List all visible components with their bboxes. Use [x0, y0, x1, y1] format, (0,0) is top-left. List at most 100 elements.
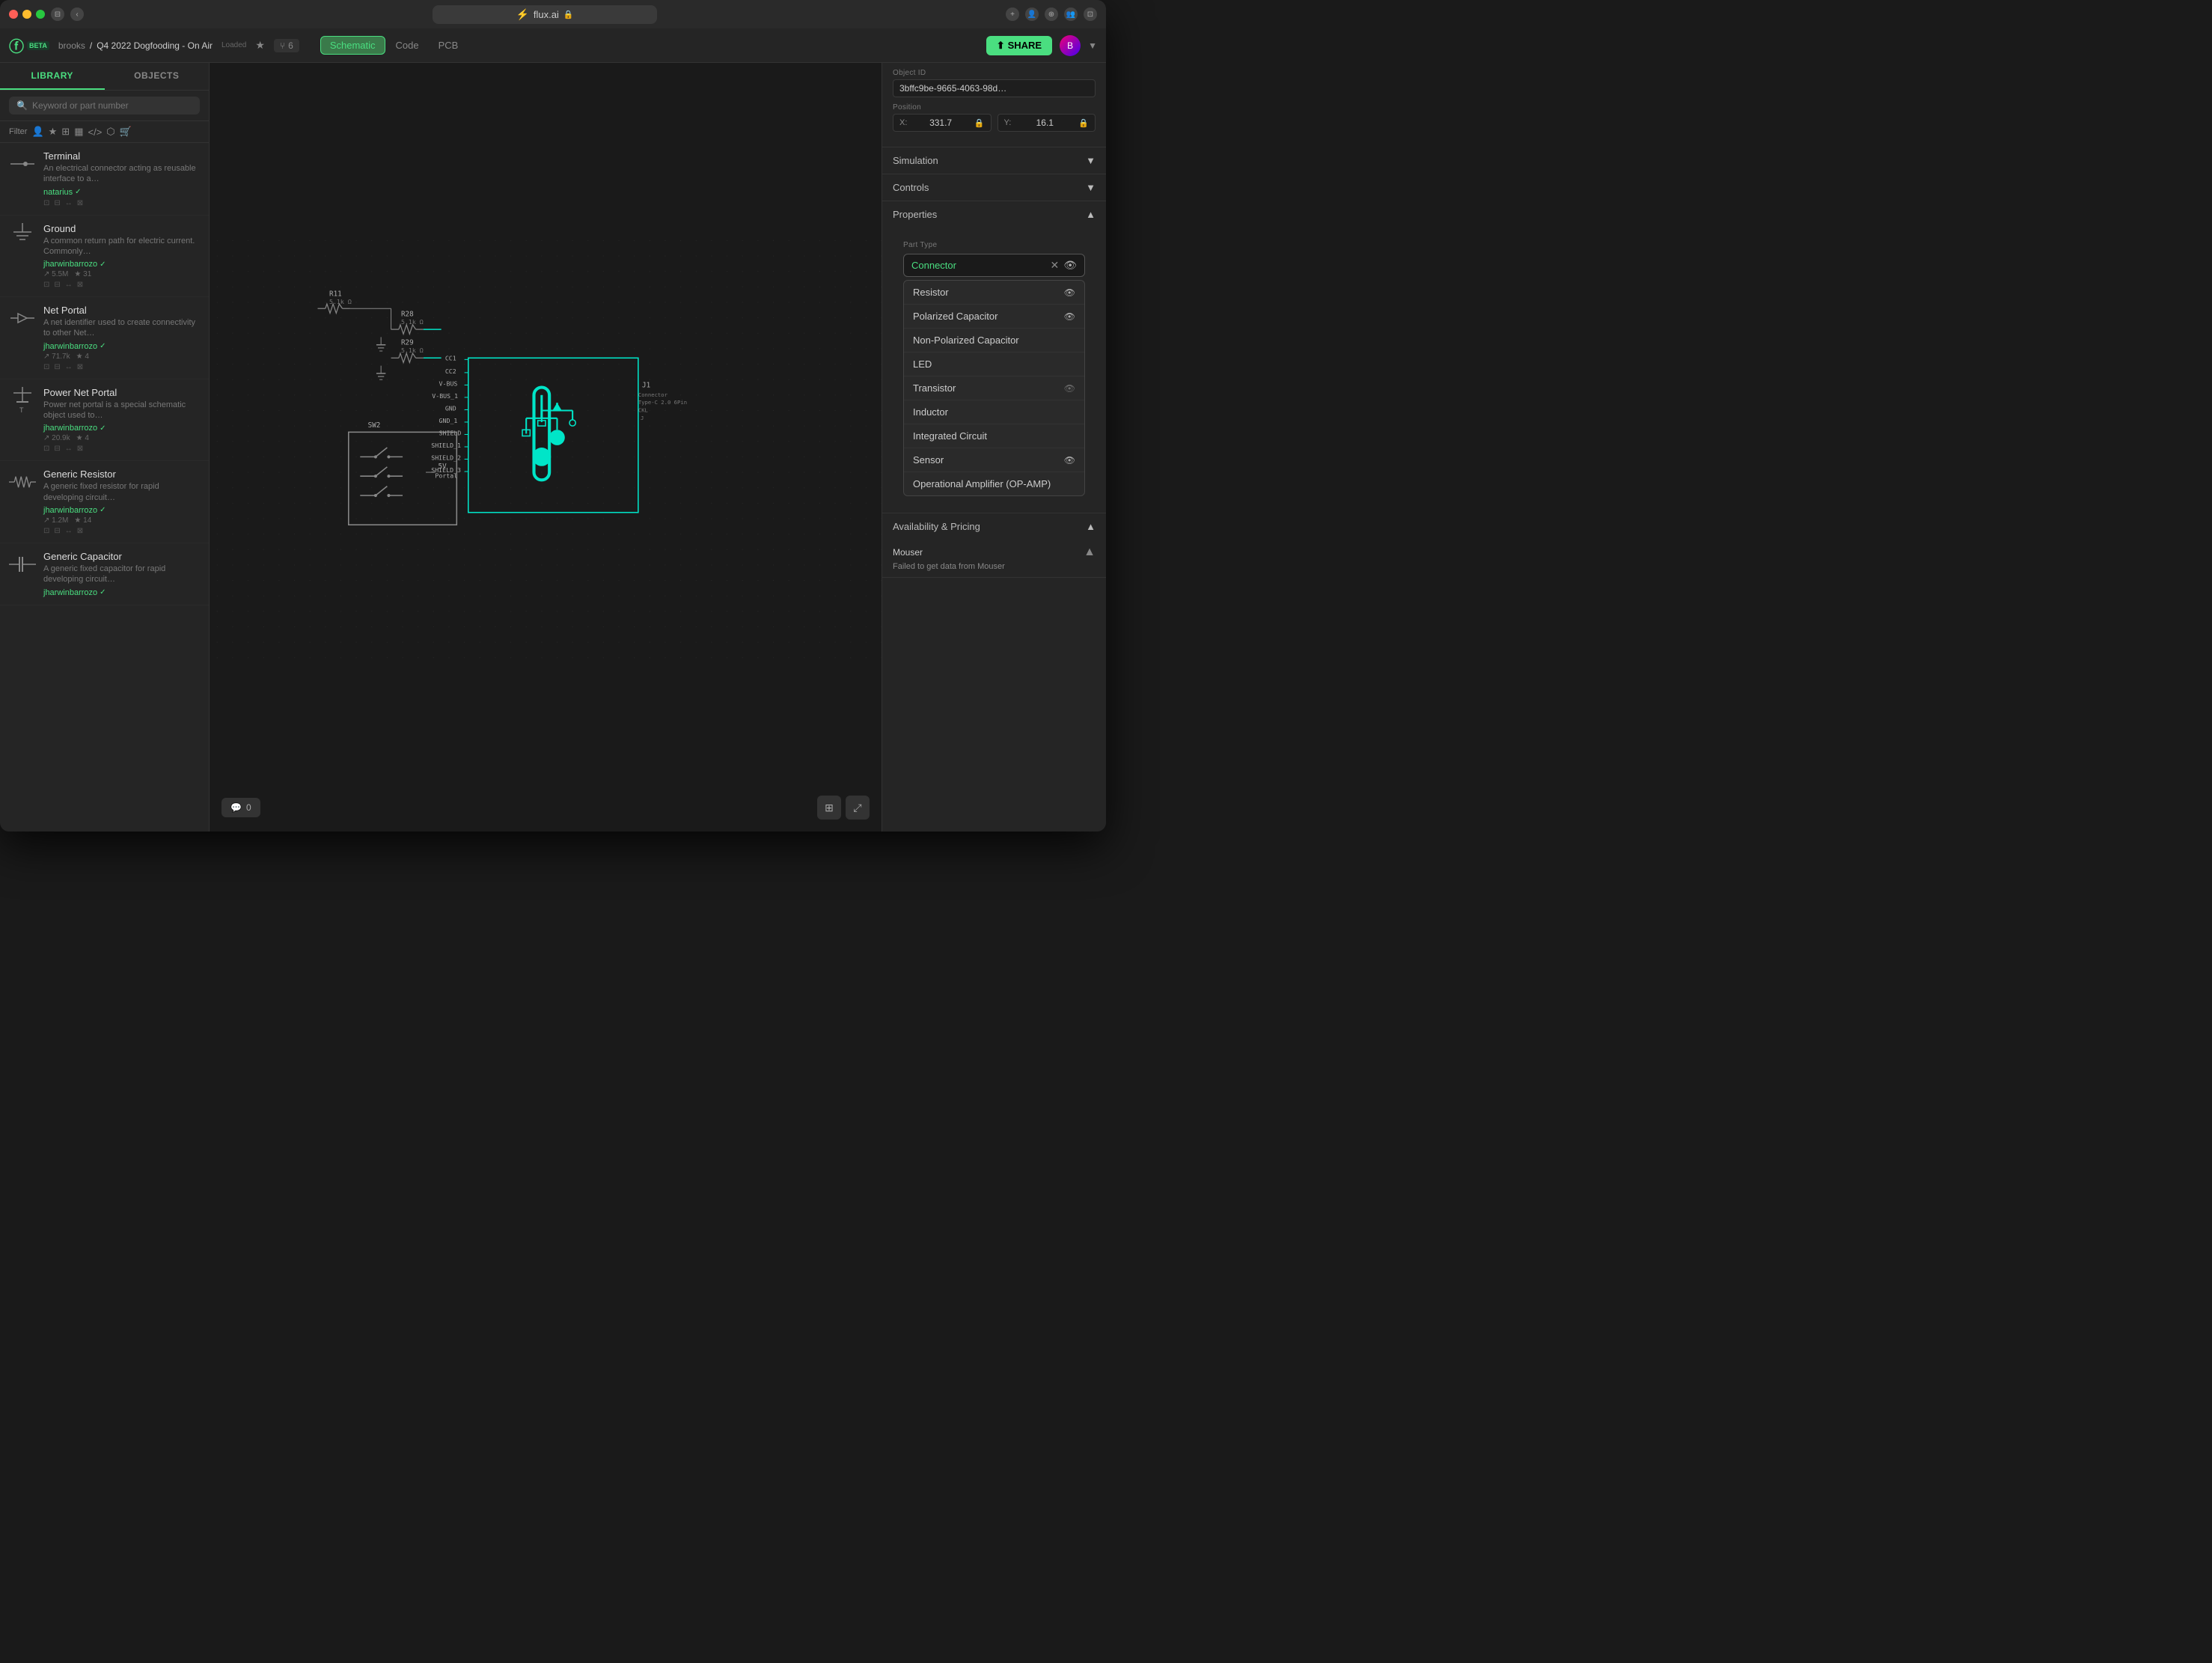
list-item[interactable]: Ground A common return path for electric… [0, 216, 209, 298]
filter-code-icon[interactable]: </> [88, 126, 103, 138]
breadcrumb-user[interactable]: brooks [58, 40, 85, 51]
tab-code[interactable]: Code [387, 36, 428, 55]
resistor-desc: A generic fixed resistor for rapid devel… [43, 481, 200, 503]
list-item[interactable]: Generic Capacitor A generic fixed capaci… [0, 543, 209, 605]
pol-cap-eye[interactable]: 👁 [1064, 311, 1075, 322]
resistor-eye[interactable]: 👁 [1064, 287, 1075, 298]
tab-pcb[interactable]: PCB [430, 36, 468, 55]
list-item[interactable]: Terminal An electrical connector acting … [0, 143, 209, 216]
search-icon: 🔍 [16, 100, 28, 111]
list-item[interactable]: Net Portal A net identifier used to crea… [0, 297, 209, 379]
schematic-canvas[interactable]: R11 5.1k Ω R28 5.1k Ω R29 5.1k Ω [210, 63, 882, 832]
filter-star-icon[interactable]: ★ [49, 126, 58, 138]
filter-bar: Filter 👤 ★ ⊞ ▦ </> ⬡ 🛒 [0, 121, 209, 143]
filter-chip-icon[interactable]: ⬡ [106, 126, 114, 138]
people-icon[interactable]: 👥 [1064, 7, 1078, 21]
list-item[interactable]: T Power Net Portal Power net portal is a… [0, 379, 209, 462]
canvas-bottom: 💬 0 ⊞ ⤢ [210, 796, 882, 820]
dropdown-item-sensor[interactable]: Sensor 👁 [904, 448, 1084, 472]
clear-part-type-button[interactable]: ✕ [1050, 259, 1059, 272]
dropdown-item-inductor[interactable]: Inductor [904, 400, 1084, 424]
svg-text:Connector: Connector [638, 391, 668, 398]
fork-count: ⑂ 6 [274, 39, 299, 52]
tab-library[interactable]: LIBRARY [0, 63, 105, 90]
traffic-lights [9, 10, 45, 19]
part-type-input[interactable] [911, 260, 1050, 271]
dropdown-item-led[interactable]: LED [904, 353, 1084, 376]
properties-content: Part Type ✕ 👁 Resistor 👁 [882, 228, 1106, 513]
tab-objects[interactable]: OBJECTS [105, 63, 210, 90]
star-button[interactable]: ★ [255, 39, 265, 52]
url-bar[interactable]: ⚡ flux.ai 🔒 [433, 5, 657, 24]
pol-cap-label: Polarized Capacitor [913, 311, 997, 322]
controls-header[interactable]: Controls ▼ [882, 174, 1106, 201]
svg-text:GND: GND [445, 404, 456, 412]
canvas-area[interactable]: R11 5.1k Ω R28 5.1k Ω R29 5.1k Ω [210, 63, 882, 832]
dropdown-item-transistor[interactable]: Transistor 👁 [904, 376, 1084, 400]
account-chevron[interactable]: ▼ [1088, 40, 1097, 51]
maximize-button[interactable] [36, 10, 45, 19]
non-pol-cap-label: Non-Polarized Capacitor [913, 335, 1019, 346]
grid-view-button[interactable]: ⊞ [817, 796, 841, 820]
pos-y-input[interactable]: Y: 16.1 🔒 [997, 114, 1096, 132]
properties-header[interactable]: Properties ▲ [882, 201, 1106, 228]
user-avatar[interactable]: B [1060, 35, 1081, 56]
svg-text:V-BUS: V-BUS [439, 379, 458, 387]
simulation-header[interactable]: Simulation ▼ [882, 147, 1106, 174]
pos-x-input[interactable]: X: 331.7 🔒 [893, 114, 992, 132]
sensor-eye[interactable]: 👁 [1064, 455, 1075, 466]
verified-icon: ✓ [75, 188, 81, 196]
object-id-content: Object ID 3bffc9be-9665-4063-98d… Positi… [882, 63, 1106, 147]
plus-button[interactable]: + [1006, 7, 1019, 21]
availability-section: Availability & Pricing ▲ Mouser ▲ Failed… [882, 513, 1106, 578]
dropdown-item-op-amp[interactable]: Operational Amplifier (OP-AMP) [904, 472, 1084, 495]
svg-text:CKL: CKL [638, 407, 649, 414]
filter-table-icon[interactable]: ▦ [74, 126, 83, 138]
logo-icon: ⓕ [9, 34, 24, 56]
svg-text:5.1k Ω: 5.1k Ω [401, 347, 424, 354]
close-button[interactable] [9, 10, 18, 19]
svg-text:GND_1: GND_1 [439, 417, 458, 424]
power-net-portal-author: jharwinbarrozo ✓ [43, 424, 200, 433]
filter-shop-icon[interactable]: 🛒 [120, 126, 132, 138]
profile-icon[interactable]: 👤 [1025, 7, 1039, 21]
list-item[interactable]: Generic Resistor A generic fixed resisto… [0, 461, 209, 543]
sidebar-toggle[interactable]: ⊟ [51, 7, 64, 21]
back-button[interactable]: ‹ [70, 7, 84, 21]
net-portal-desc: A net identifier used to create connecti… [43, 317, 200, 339]
power-net-portal-info: Power Net Portal Power net portal is a s… [43, 387, 200, 454]
menu-icon[interactable]: ⊡ [1084, 7, 1097, 21]
svg-text:SW2: SW2 [368, 421, 381, 430]
titlebar: ⊟ ‹ ⚡ flux.ai 🔒 + 👤 ⊕ 👥 ⊡ [0, 0, 1106, 28]
pos-y-value: 16.1 [1036, 118, 1054, 128]
minimize-button[interactable] [22, 10, 31, 19]
search-input[interactable] [32, 100, 192, 111]
filter-grid-icon[interactable]: ⊞ [61, 126, 70, 138]
capacitor-info: Generic Capacitor A generic fixed capaci… [43, 551, 200, 597]
breadcrumb-project[interactable]: Q4 2022 Dogfooding - On Air [97, 40, 213, 51]
tab-schematic[interactable]: Schematic [320, 36, 385, 55]
svg-text:J1: J1 [642, 382, 650, 390]
object-id-row: Object ID 3bffc9be-9665-4063-98d… [893, 69, 1096, 97]
dropdown-item-resistor[interactable]: Resistor 👁 [904, 281, 1084, 305]
power-net-portal-icon: T [9, 387, 36, 414]
url-text: flux.ai [534, 9, 559, 20]
fullscreen-button[interactable]: ⤢ [846, 796, 870, 820]
extensions-icon[interactable]: ⊕ [1045, 7, 1058, 21]
search-input-wrap[interactable]: 🔍 [9, 97, 200, 115]
terminal-author: natarius ✓ [43, 188, 200, 197]
mouser-chevron[interactable]: ▲ [1084, 546, 1096, 559]
project-status: Loaded [221, 41, 246, 49]
fork-icon: ⑂ [280, 40, 285, 51]
filter-person-icon[interactable]: 👤 [31, 126, 43, 138]
dropdown-item-ic[interactable]: Integrated Circuit [904, 424, 1084, 448]
transistor-eye-hidden[interactable]: 👁 [1064, 383, 1075, 394]
power-net-portal-desc: Power net portal is a special schematic … [43, 400, 200, 421]
ground-author: jharwinbarrozo ✓ [43, 260, 200, 269]
availability-header[interactable]: Availability & Pricing ▲ [882, 513, 1106, 540]
comment-button[interactable]: 💬 0 [221, 798, 260, 817]
eye-icon[interactable]: 👁 [1063, 259, 1077, 272]
dropdown-item-pol-cap[interactable]: Polarized Capacitor 👁 [904, 305, 1084, 329]
share-button[interactable]: ⬆ SHARE [986, 36, 1052, 55]
dropdown-item-non-pol-cap[interactable]: Non-Polarized Capacitor [904, 329, 1084, 353]
